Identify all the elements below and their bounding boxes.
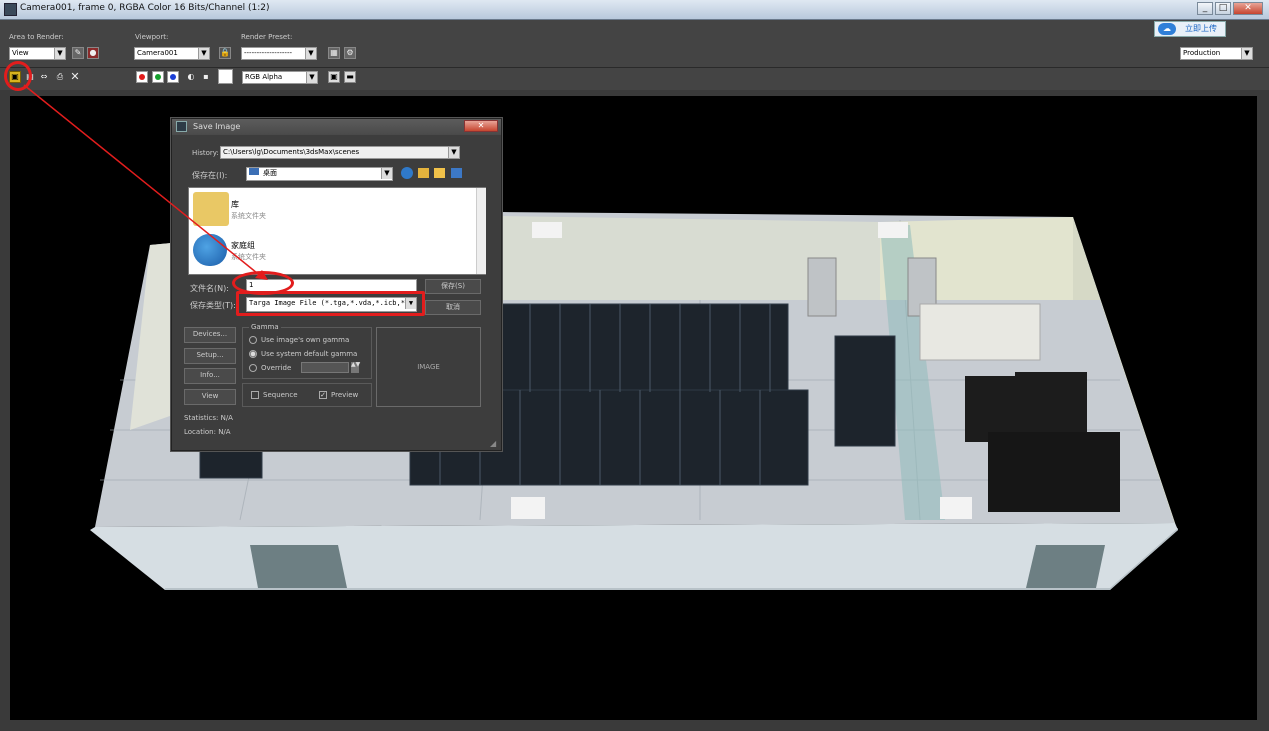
annotation-arrow [23, 84, 268, 280]
annotation-box-filetype [236, 291, 425, 316]
